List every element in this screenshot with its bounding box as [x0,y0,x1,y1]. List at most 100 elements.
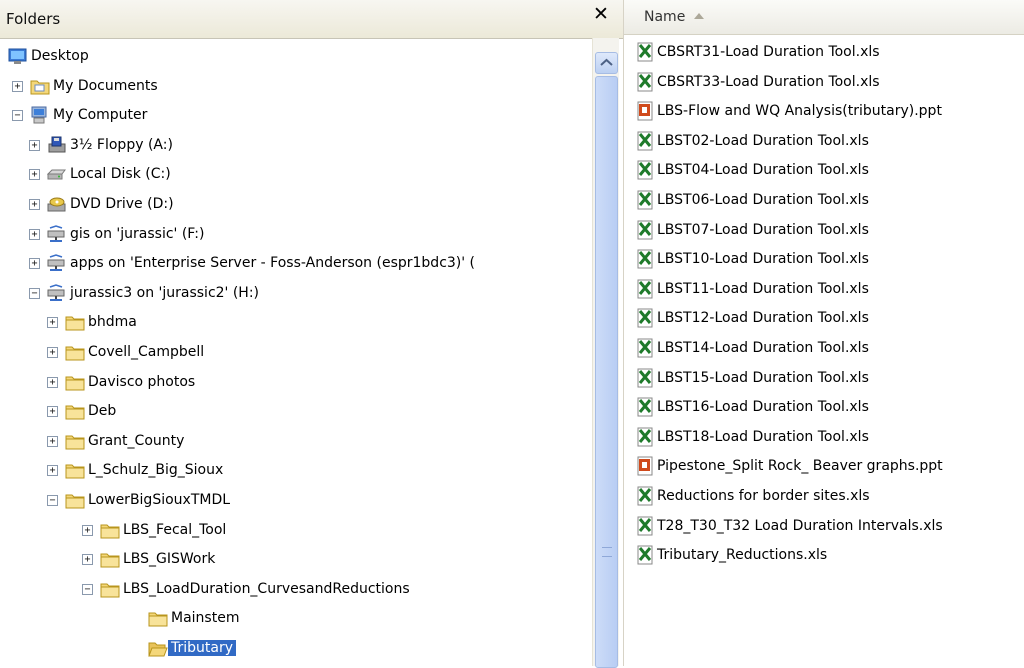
tree-item-lbs-load[interactable]: − LBS_LoadDuration_CurvesandReductions [0,576,592,604]
file-name: LBST04-Load Duration Tool.xls [657,162,869,179]
file-item[interactable]: LBST10-Load Duration Tool.xls [632,246,1024,274]
file-name: LBST12-Load Duration Tool.xls [657,310,869,327]
tree-item-dvd-drive[interactable]: + DVD Drive (D:) [0,191,592,219]
tree-item-lbs-fecal[interactable]: + LBS_Fecal_Tool [0,517,592,545]
scroll-up-button[interactable] [595,52,618,74]
expand-icon[interactable]: + [82,524,93,536]
tree-item-gis[interactable]: + gis on 'jurassic' (F:) [0,221,592,249]
expand-icon[interactable]: + [47,406,58,418]
expand-icon[interactable]: + [47,435,58,447]
chevron-up-icon [600,58,613,66]
file-item[interactable]: Tributary_Reductions.xls [632,542,1024,570]
excel-file-icon [636,220,654,240]
expand-icon[interactable]: + [29,258,40,270]
file-item[interactable]: CBSRT33-Load Duration Tool.xls [632,69,1024,97]
expand-icon[interactable]: + [29,199,40,210]
file-name: LBST14-Load Duration Tool.xls [657,340,869,356]
file-name: LBST16-Load Duration Tool.xls [657,399,869,416]
collapse-icon[interactable]: − [29,287,40,299]
file-name: Tributary_Reductions.xls [657,547,828,564]
scroll-thumb[interactable] [595,76,618,668]
file-item[interactable]: LBST07-Load Duration Tool.xls [632,217,1024,245]
excel-file-icon [636,308,654,328]
tree-item-label: apps on 'Enterprise Server - Foss-Anders… [70,255,476,272]
tree-item-my-documents[interactable]: + My Documents [0,73,592,101]
expand-icon[interactable]: + [29,139,40,151]
expand-icon[interactable]: + [47,376,58,388]
file-name: Reductions for border sites.xls [657,488,870,504]
tree-item-lschulz[interactable]: + L_Schulz_Big_Sioux [0,457,592,485]
tree-item-lowerbigsioux[interactable]: − LowerBigSiouxTMDL [0,487,592,515]
file-item[interactable]: LBST14-Load Duration Tool.xls [632,335,1024,363]
expand-icon[interactable]: + [29,228,40,240]
file-item[interactable]: CBSRT31-Load Duration Tool.xls [632,39,1024,67]
file-name: LBST11-Load Duration Tool.xls [657,280,869,297]
folder-icon [65,491,85,509]
tree-item-mainstem[interactable]: Mainstem [0,605,592,633]
tree-item-apps[interactable]: + apps on 'Enterprise Server - Foss-Ander… [0,250,592,278]
file-item[interactable]: LBS-Flow and WQ Analysis(tributary).ppt [632,98,1024,126]
folder-icon [65,402,85,420]
file-name: LBST06-Load Duration Tool.xls [657,192,869,208]
files-header: Name [624,0,1024,35]
tree-item-local-disk[interactable]: + Local Disk (C:) [0,161,592,189]
tree-item-label: My Computer [53,107,148,124]
desktop-icon [8,47,28,65]
tree-item-label: 3½ Floppy (A:) [70,136,173,153]
tree-item-grant[interactable]: + Grant_County [0,428,592,456]
name-column-header[interactable]: Name [644,9,685,25]
file-item[interactable]: LBST18-Load Duration Tool.xls [632,424,1024,452]
file-item[interactable]: LBST16-Load Duration Tool.xls [632,394,1024,422]
excel-file-icon [636,160,654,180]
file-item[interactable]: LBST15-Load Duration Tool.xls [632,365,1024,393]
expand-icon[interactable]: + [47,465,58,477]
excel-file-icon [636,190,654,210]
file-name: LBS-Flow and WQ Analysis(tributary).ppt [657,103,942,120]
folder-icon [65,432,85,450]
tree-item-covell[interactable]: + Covell_Campbell [0,339,592,367]
tree-item-lbs-gis[interactable]: + LBS_GISWork [0,546,592,574]
expand-icon[interactable]: + [82,554,93,566]
tree-item-tributary[interactable]: Tributary [0,635,592,663]
file-item[interactable]: LBST11-Load Duration Tool.xls [632,276,1024,304]
excel-file-icon [636,72,654,92]
vertical-scrollbar[interactable] [592,38,619,668]
expand-icon[interactable]: + [47,317,58,329]
excel-file-icon [636,397,654,417]
folder-open-icon [148,639,168,657]
folder-icon [65,461,85,479]
file-name: LBST15-Load Duration Tool.xls [657,369,869,386]
folders-pane: Folders ✕ Desktop + My Documents − My Comput… [0,0,624,668]
file-item[interactable]: LBST02-Load Duration Tool.xls [632,128,1024,156]
floppy-drive-icon [47,136,67,154]
tree-item-floppy[interactable]: +3½ Floppy (A:) [0,132,592,160]
tree-item-my-computer[interactable]: − My Computer [0,102,592,130]
file-name: CBSRT33-Load Duration Tool.xls [657,73,880,90]
network-drive-icon [47,254,67,272]
folder-icon [100,580,120,598]
expand-icon[interactable]: + [47,347,58,358]
collapse-icon[interactable]: − [82,583,93,595]
file-item[interactable]: Pipestone_Split Rock_ Beaver graphs.ppt [632,453,1024,481]
file-item[interactable]: Reductions for border sites.xls [632,483,1024,511]
expand-icon[interactable]: + [29,169,40,181]
excel-file-icon [636,368,654,388]
tree-item-label: Tributary [168,640,237,656]
file-name: LBST07-Load Duration Tool.xls [657,221,869,238]
tree-item-label: jurassic3 on 'jurassic2' (H:) [70,284,260,301]
tree-item-bhdma[interactable]: + bhdma [0,309,592,337]
file-item[interactable]: LBST04-Load Duration Tool.xls [632,157,1024,185]
file-item[interactable]: LBST12-Load Duration Tool.xls [632,305,1024,333]
tree-item-deb[interactable]: + Deb [0,398,592,426]
tree-item-jurassic3[interactable]: − jurassic3 on 'jurassic2' (H:) [0,280,592,308]
tree-item-desktop[interactable]: Desktop [0,43,592,71]
collapse-icon[interactable]: − [47,495,58,506]
file-item[interactable]: LBST06-Load Duration Tool.xls [632,187,1024,215]
collapse-icon[interactable]: − [12,110,23,122]
expand-icon[interactable]: + [12,80,23,92]
tree-item-label: Deb [88,403,117,420]
tree-item-davisco[interactable]: + Davisco photos [0,369,592,397]
file-name: T28_T30_T32 Load Duration Intervals.xls [657,517,943,534]
close-icon[interactable]: ✕ [592,4,610,24]
file-item[interactable]: T28_T30_T32 Load Duration Intervals.xls [632,513,1024,541]
